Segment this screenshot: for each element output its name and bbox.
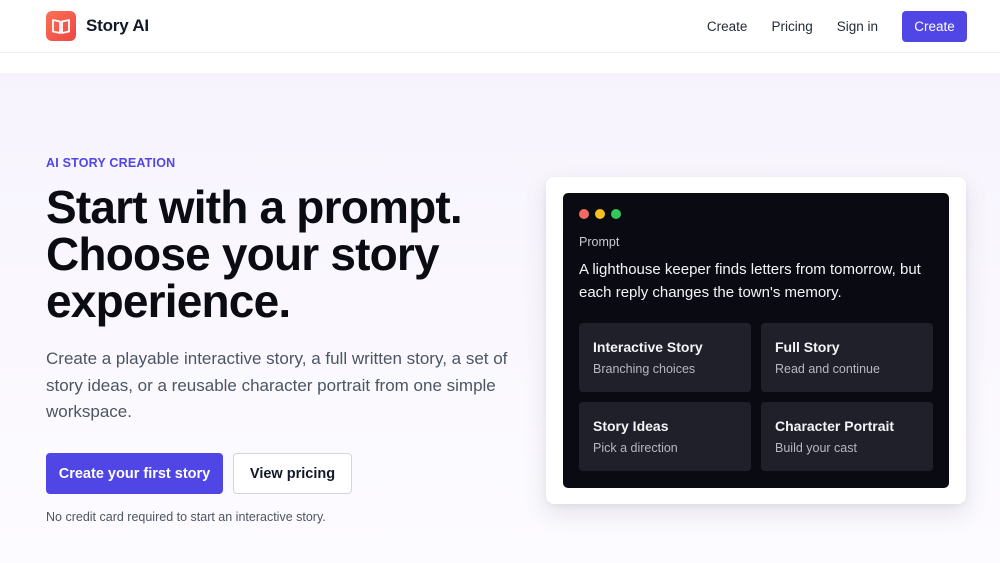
option-title: Full Story (775, 339, 840, 355)
brand-name: Story AI (86, 16, 149, 35)
preview-card: Prompt A lighthouse keeper finds letters… (546, 177, 966, 504)
open-book-icon (46, 11, 76, 41)
option-interactive-story[interactable]: Interactive Story Branching choices (579, 323, 751, 392)
hero-headline: Start with a prompt. Choose your story e… (46, 181, 463, 327)
option-title: Story Ideas (593, 418, 669, 434)
window-controls (579, 209, 627, 219)
window-dot-green-icon (611, 209, 621, 219)
brand-logo-link[interactable]: Story AI (46, 11, 149, 41)
nav-signin-link[interactable]: Sign in (837, 11, 878, 42)
no-credit-card-note: No credit card required to start an inte… (46, 510, 326, 524)
window-dot-red-icon (579, 209, 589, 219)
window-dot-yellow-icon (595, 209, 605, 219)
site-header: Story AI Create Pricing Sign in Create (0, 0, 1000, 53)
prompt-window: Prompt A lighthouse keeper finds letters… (563, 193, 949, 488)
option-title: Interactive Story (593, 339, 703, 355)
nav-create-link[interactable]: Create (707, 11, 748, 42)
top-nav: Create Pricing Sign in Create (707, 11, 967, 42)
option-story-ideas[interactable]: Story Ideas Pick a direction (579, 402, 751, 471)
hero-eyebrow: AI STORY CREATION (46, 156, 176, 170)
nav-pricing-link[interactable]: Pricing (771, 11, 812, 42)
option-character-portrait[interactable]: Character Portrait Build your cast (761, 402, 933, 471)
nav-create-button[interactable]: Create (902, 11, 967, 42)
option-subtitle: Read and continue (775, 362, 880, 376)
prompt-text: A lighthouse keeper finds letters from t… (579, 261, 921, 301)
option-title: Character Portrait (775, 418, 895, 434)
create-first-story-button[interactable]: Create your first story (46, 453, 223, 494)
prompt-label: Prompt (579, 235, 620, 249)
option-subtitle: Pick a direction (593, 441, 678, 455)
option-subtitle: Branching choices (593, 362, 696, 376)
option-subtitle: Build your cast (775, 441, 857, 455)
view-pricing-button[interactable]: View pricing (233, 453, 352, 494)
option-full-story[interactable]: Full Story Read and continue (761, 323, 933, 392)
hero-subcopy: Create a playable interactive story, a f… (46, 349, 508, 421)
